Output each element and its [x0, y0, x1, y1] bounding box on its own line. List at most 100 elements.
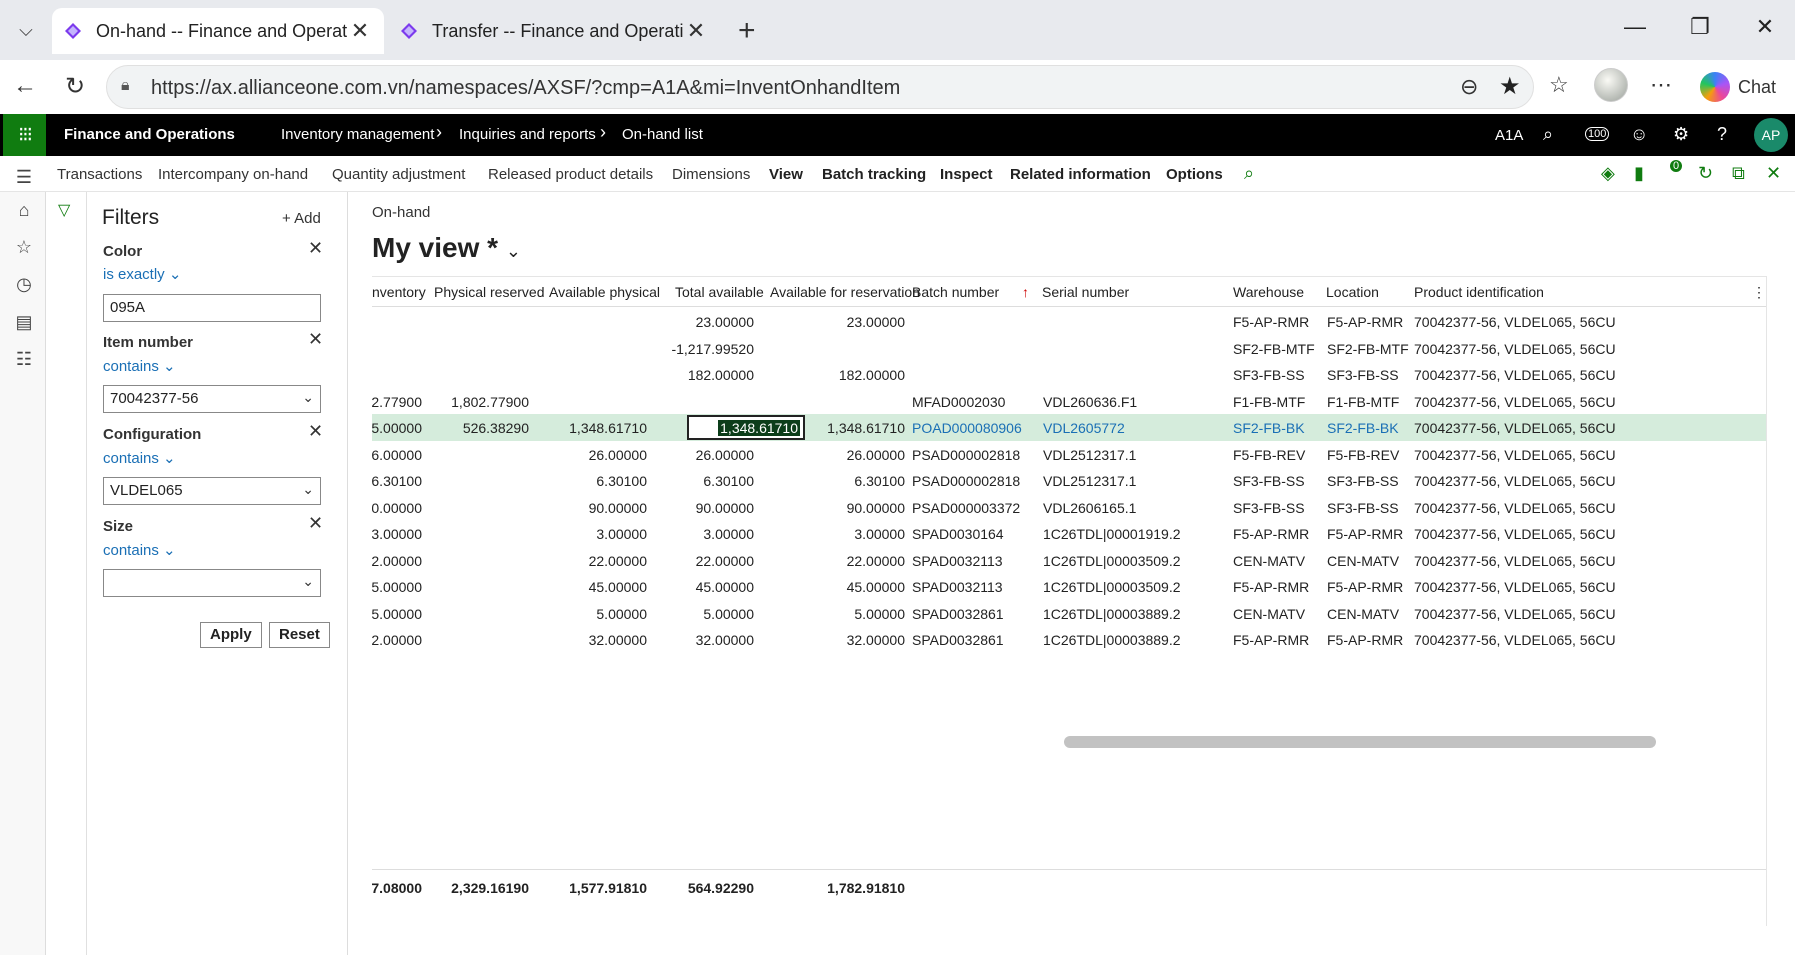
filter-item-number-input[interactable]: 70042377-56 ⌄	[103, 385, 321, 413]
cell-location[interactable]: SF3-FB-SS	[1327, 473, 1399, 489]
cell-serial-number[interactable]: VDL2606165.1	[1043, 500, 1136, 516]
cell-batch-number[interactable]: SPAD0030164	[912, 526, 1004, 542]
cell-batch-number[interactable]: PSAD000002818	[912, 473, 1020, 489]
tab-close-icon[interactable]: ✕	[684, 18, 708, 44]
browser-profile-avatar[interactable]	[1594, 68, 1628, 102]
action-dimensions[interactable]: Dimensions	[672, 166, 750, 183]
cell-serial-number[interactable]: VDL260636.F1	[1043, 394, 1137, 410]
remove-filter-close-icon[interactable]: ✕	[308, 421, 323, 442]
modules-list-icon[interactable]: ☷	[12, 349, 36, 370]
cell-available-for-reservation[interactable]: 23.00000	[847, 314, 905, 330]
cell-location[interactable]: SF2-FB-MTF	[1327, 341, 1409, 357]
cell-location[interactable]: SF2-FB-BK	[1327, 420, 1399, 436]
cell-total-available[interactable]: 3.00000	[703, 526, 754, 542]
hamburger-menu-icon[interactable]: ☰	[12, 167, 36, 188]
chevron-down-icon[interactable]: ⌄	[506, 241, 521, 261]
table-row[interactable]: 3.00000 3.00000 3.00000 3.00000 SPAD0030164 1…	[372, 520, 1766, 547]
cell-serial-number[interactable]: VDL2512317.1	[1043, 447, 1136, 463]
cell-batch-number[interactable]: SPAD0032113	[912, 553, 1003, 569]
column-header-serial-number[interactable]: Serial number	[1042, 284, 1129, 300]
cell-available-physical[interactable]: 6.30100	[596, 473, 647, 489]
cell-product-identification[interactable]: 70042377-56, VLDEL065, 56CU	[1414, 394, 1616, 410]
cell-location[interactable]: F5-AP-RMR	[1327, 314, 1403, 330]
sort-ascending-icon[interactable]: ↑	[1022, 284, 1029, 300]
cell-warehouse[interactable]: F5-FB-REV	[1233, 447, 1305, 463]
window-close-button[interactable]: ✕	[1745, 14, 1785, 40]
cell-inventory[interactable]: 45.00000	[372, 579, 422, 595]
filter-size-operator[interactable]: contains ⌄	[103, 541, 176, 559]
cell-product-identification[interactable]: 70042377-56, VLDEL065, 56CU	[1414, 314, 1616, 330]
favorite-star-icon[interactable]: ★	[1499, 72, 1521, 101]
cell-product-identification[interactable]: 70042377-56, VLDEL065, 56CU	[1414, 500, 1616, 516]
reset-button[interactable]: Reset	[269, 622, 330, 648]
cell-warehouse[interactable]: CEN-MATV	[1233, 553, 1305, 569]
chevron-down-icon[interactable]: ⌄	[302, 481, 314, 498]
browser-tab-onhand[interactable]: On-hand -- Finance and Operations ✕	[52, 8, 384, 54]
address-bar[interactable]: 🔒︎ https://ax.allianceone.com.vn/namespa…	[106, 65, 1534, 109]
cell-batch-number[interactable]: SPAD0032861	[912, 632, 1004, 648]
breadcrumb-onhand-list[interactable]: On-hand list	[622, 126, 703, 143]
cell-product-identification[interactable]: 70042377-56, VLDEL065, 56CU	[1414, 526, 1616, 542]
cell-product-identification[interactable]: 70042377-56, VLDEL065, 56CU	[1414, 606, 1616, 622]
cell-inventory[interactable]: 3.00000	[372, 526, 422, 542]
chevron-down-icon[interactable]: ⌄	[302, 389, 314, 406]
cell-total-available[interactable]: 90.00000	[696, 500, 754, 516]
cell-available-physical[interactable]: 26.00000	[589, 447, 647, 463]
attachments-badge[interactable]: 0	[1670, 160, 1683, 172]
copilot-chat-button[interactable]: Chat	[1700, 72, 1776, 102]
refresh-icon[interactable]: ↻	[59, 72, 91, 101]
cell-inventory[interactable]: 32.00000	[372, 632, 422, 648]
cell-product-identification[interactable]: 70042377-56, VLDEL065, 56CU	[1414, 420, 1616, 436]
cell-physical-reserved[interactable]: 1,802.77900	[451, 394, 529, 410]
cell-product-identification[interactable]: 70042377-56, VLDEL065, 56CU	[1414, 367, 1616, 383]
filter-configuration-input[interactable]: VLDEL065 ⌄	[103, 477, 321, 505]
cell-inventory[interactable]: 5.00000	[372, 606, 422, 622]
action-related-information[interactable]: Related information	[1010, 166, 1151, 183]
action-released-product-details[interactable]: Released product details	[488, 166, 653, 183]
view-selector[interactable]: My view * ⌄	[372, 232, 521, 264]
open-new-window-icon[interactable]: ⧉	[1732, 163, 1745, 184]
table-row[interactable]: 32.00000 32.00000 32.00000 32.00000 SPAD0032…	[372, 626, 1766, 653]
cell-location[interactable]: F5-AP-RMR	[1327, 526, 1403, 542]
help-icon[interactable]: ?	[1717, 124, 1727, 145]
cell-warehouse[interactable]: F5-AP-RMR	[1233, 314, 1309, 330]
cell-product-identification[interactable]: 70042377-56, VLDEL065, 56CU	[1414, 447, 1616, 463]
refresh-page-icon[interactable]: ↻	[1698, 163, 1713, 184]
filter-size-input[interactable]: ⌄	[103, 569, 321, 597]
horizontal-scrollbar[interactable]	[1064, 736, 1656, 748]
table-row[interactable]: 75.00000 526.38290 1,348.61710 1,348.61710 1…	[372, 414, 1766, 441]
cell-available-physical[interactable]: 1,348.61710	[569, 420, 647, 436]
new-tab-button[interactable]: +	[738, 14, 756, 48]
cell-available-physical[interactable]: 5.00000	[596, 606, 647, 622]
action-options[interactable]: Options	[1166, 166, 1223, 183]
action-transactions[interactable]: Transactions	[57, 166, 142, 183]
user-avatar[interactable]: AP	[1754, 118, 1788, 152]
company-picker[interactable]: A1A	[1495, 127, 1523, 144]
cell-inventory[interactable]: 6.30100	[372, 473, 422, 489]
column-header-physical-reserved[interactable]: Physical reserved	[434, 284, 545, 300]
column-header-batch-number[interactable]: Batch number	[912, 284, 999, 300]
action-search-icon[interactable]: ⌕	[1244, 163, 1254, 184]
cell-total-available[interactable]: 182.00000	[688, 367, 754, 383]
power-apps-icon[interactable]: ◈	[1601, 163, 1615, 184]
cell-available-for-reservation[interactable]: 1,348.61710	[827, 420, 905, 436]
cell-product-identification[interactable]: 70042377-56, VLDEL065, 56CU	[1414, 553, 1616, 569]
cell-total-available[interactable]: 5.00000	[703, 606, 754, 622]
remove-filter-close-icon[interactable]: ✕	[308, 329, 323, 350]
cell-total-available[interactable]: 6.30100	[703, 473, 754, 489]
restore-button[interactable]: ❐	[1680, 14, 1720, 40]
cell-warehouse[interactable]: F5-AP-RMR	[1233, 579, 1309, 595]
action-inspect[interactable]: Inspect	[940, 166, 993, 183]
cell-available-physical[interactable]: 45.00000	[589, 579, 647, 595]
cell-batch-number[interactable]: SPAD0032113	[912, 579, 1003, 595]
cell-warehouse[interactable]: F1-FB-MTF	[1233, 394, 1305, 410]
cell-available-for-reservation[interactable]: 6.30100	[854, 473, 905, 489]
cell-serial-number[interactable]: VDL2512317.1	[1043, 473, 1136, 489]
cell-inventory[interactable]: 22.00000	[372, 553, 422, 569]
cell-available-for-reservation[interactable]: 26.00000	[847, 447, 905, 463]
table-row[interactable]: 22.00000 22.00000 22.00000 22.00000 SPAD0032…	[372, 547, 1766, 574]
filter-color-operator[interactable]: is exactly ⌄	[103, 265, 181, 283]
table-row[interactable]: 23.00000 23.00000 F5-AP-RMR F5-AP-RMR 700423…	[372, 308, 1766, 335]
cell-location[interactable]: SF3-FB-SS	[1327, 500, 1399, 516]
cell-batch-number[interactable]: SPAD0032861	[912, 606, 1004, 622]
